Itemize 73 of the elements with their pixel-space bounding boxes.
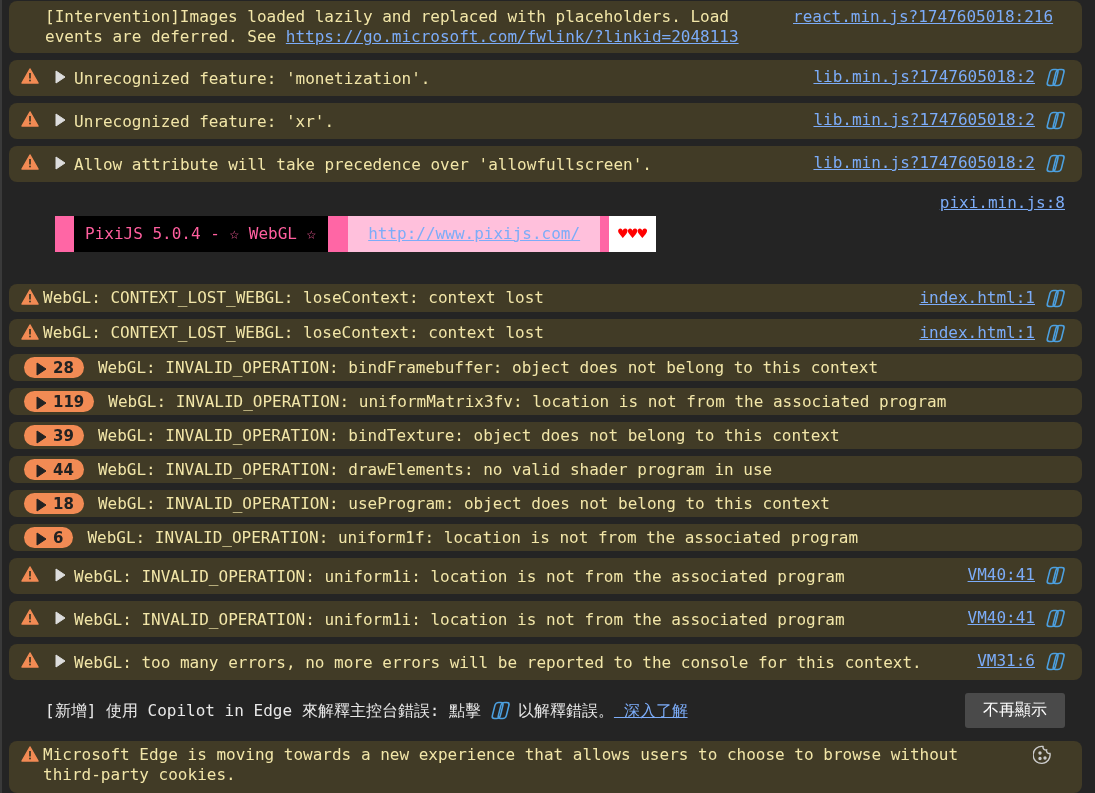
warning-message: WebGL: INVALID_OPERATION: uniform1i: location is not from the associated program (74, 567, 846, 587)
source-link[interactable]: index.html:1 (919, 323, 1035, 343)
repeat-count: 119 (53, 391, 85, 412)
source-link[interactable]: VM31:6 (977, 651, 1035, 671)
copilot-icon[interactable] (1044, 651, 1065, 671)
warning-icon (21, 652, 39, 668)
copilot-icon[interactable] (1044, 608, 1065, 628)
source-link[interactable]: VM40:41 (967, 608, 1035, 628)
source-link[interactable]: VM40:41 (967, 565, 1035, 585)
repeat-count-badge[interactable]: 39 (24, 425, 84, 446)
repeat-count-badge[interactable]: 44 (24, 459, 84, 480)
source-link[interactable]: react.min.js?1747605018:216 (793, 7, 1054, 27)
repeat-count-badge[interactable]: 18 (24, 493, 84, 514)
source-link[interactable]: pixi.min.js:8 (939, 193, 1065, 213)
warning-icon (21, 154, 39, 170)
hearts: ♥♥♥ (609, 216, 656, 252)
error-message: WebGL: INVALID_OPERATION: bindTexture: object does not belong to this context (97, 425, 841, 446)
expand-arrow-icon[interactable] (36, 532, 47, 546)
source-link[interactable]: lib.min.js?1747605018:2 (813, 153, 1035, 173)
warning-icon (21, 324, 39, 340)
repeat-count-badge[interactable]: 119 (24, 391, 95, 412)
error-message: WebGL: INVALID_OPERATION: bindFramebuffer: object does not belong to this context (97, 357, 880, 378)
repeat-count: 6 (53, 527, 64, 548)
repeat-count: 44 (53, 459, 74, 480)
warning-icon (21, 609, 39, 625)
expand-arrow-icon[interactable] (36, 396, 47, 410)
expand-arrow-icon[interactable] (36, 464, 47, 478)
banner-stripe (55, 216, 74, 252)
warning-icon (21, 566, 39, 582)
expand-arrow-icon[interactable] (36, 498, 47, 512)
copilot-tip-text: [新增] 使用 Copilot in Edge 來解釋主控台錯誤: 點擊 (45, 700, 481, 721)
banner-stripe (600, 216, 610, 252)
copilot-icon[interactable] (1044, 153, 1065, 173)
repeat-count: 28 (53, 357, 74, 378)
warning-icon (21, 111, 39, 127)
banner-stripe (328, 216, 349, 252)
copilot-icon[interactable] (1044, 110, 1065, 130)
dont-show-again-button[interactable]: 不再顯示 (965, 693, 1065, 728)
repeat-count: 39 (53, 425, 74, 446)
error-message: WebGL: INVALID_OPERATION: useProgram: object does not belong to this context (97, 493, 831, 514)
error-message: WebGL: INVALID_OPERATION: uniform1f: location is not from the associated program (87, 527, 860, 548)
copilot-icon[interactable] (1044, 67, 1065, 87)
warning-message: WebGL: CONTEXT_LOST_WEBGL: loseContext: context lost (43, 323, 545, 343)
repeat-count-badge[interactable]: 28 (24, 357, 84, 378)
warning-message: Allow attribute will take precedence over 'allowfullscreen'. (74, 155, 653, 175)
intervention-message: [Intervention]Images loaded lazily and replaced with placeholders. Load events are deferred. See https://go.microsoft.com/fwlink/?linkid=2048113 (45, 7, 740, 47)
cookie-icon[interactable] (1033, 745, 1053, 765)
warning-message: WebGL: INVALID_OPERATION: uniform1i: location is not from the associated program (74, 610, 846, 630)
cookie-notice: Microsoft Edge is moving towards a new experience that allows users to choose to browse without third-party cookies. (43, 745, 960, 785)
learn-more-link[interactable]: 深入了解 (613, 700, 688, 720)
expand-arrow-icon[interactable] (36, 362, 47, 376)
warning-message: WebGL: CONTEXT_LOST_WEBGL: loseContext: context lost (43, 288, 545, 308)
help-link[interactable]: https://go.microsoft.com/fwlink/?linkid=2048113 (285, 27, 739, 46)
source-link[interactable]: lib.min.js?1747605018:2 (813, 110, 1035, 130)
copilot-icon[interactable] (488, 701, 510, 720)
source-link[interactable]: index.html:1 (919, 288, 1035, 308)
source-link[interactable]: lib.min.js?1747605018:2 (813, 67, 1035, 87)
warning-icon (21, 289, 39, 305)
warning-message: WebGL: too many errors, no more errors will be reported to the console for this context. (74, 653, 923, 673)
warning-message: Unrecognized feature: 'monetization'. (74, 69, 432, 89)
banner-title: PixiJS 5.0.4 - ☆ WebGL ☆ (74, 216, 329, 252)
warning-icon (21, 68, 39, 84)
error-message: WebGL: INVALID_OPERATION: drawElements: no valid shader program in use (97, 459, 774, 480)
copilot-icon[interactable] (1044, 323, 1065, 343)
warning-icon (21, 746, 39, 762)
copilot-tip-text: 以解釋錯誤。 深入了解 (517, 700, 688, 721)
warning-message: Unrecognized feature: 'xr'. (74, 112, 336, 132)
error-message: WebGL: INVALID_OPERATION: uniformMatrix3fv: location is not from the associated program (108, 391, 948, 412)
copilot-icon[interactable] (1044, 288, 1065, 308)
repeat-count-badge[interactable]: 6 (24, 527, 74, 548)
copilot-icon[interactable] (1044, 565, 1065, 585)
repeat-count: 18 (53, 493, 74, 514)
expand-arrow-icon[interactable] (36, 430, 47, 444)
